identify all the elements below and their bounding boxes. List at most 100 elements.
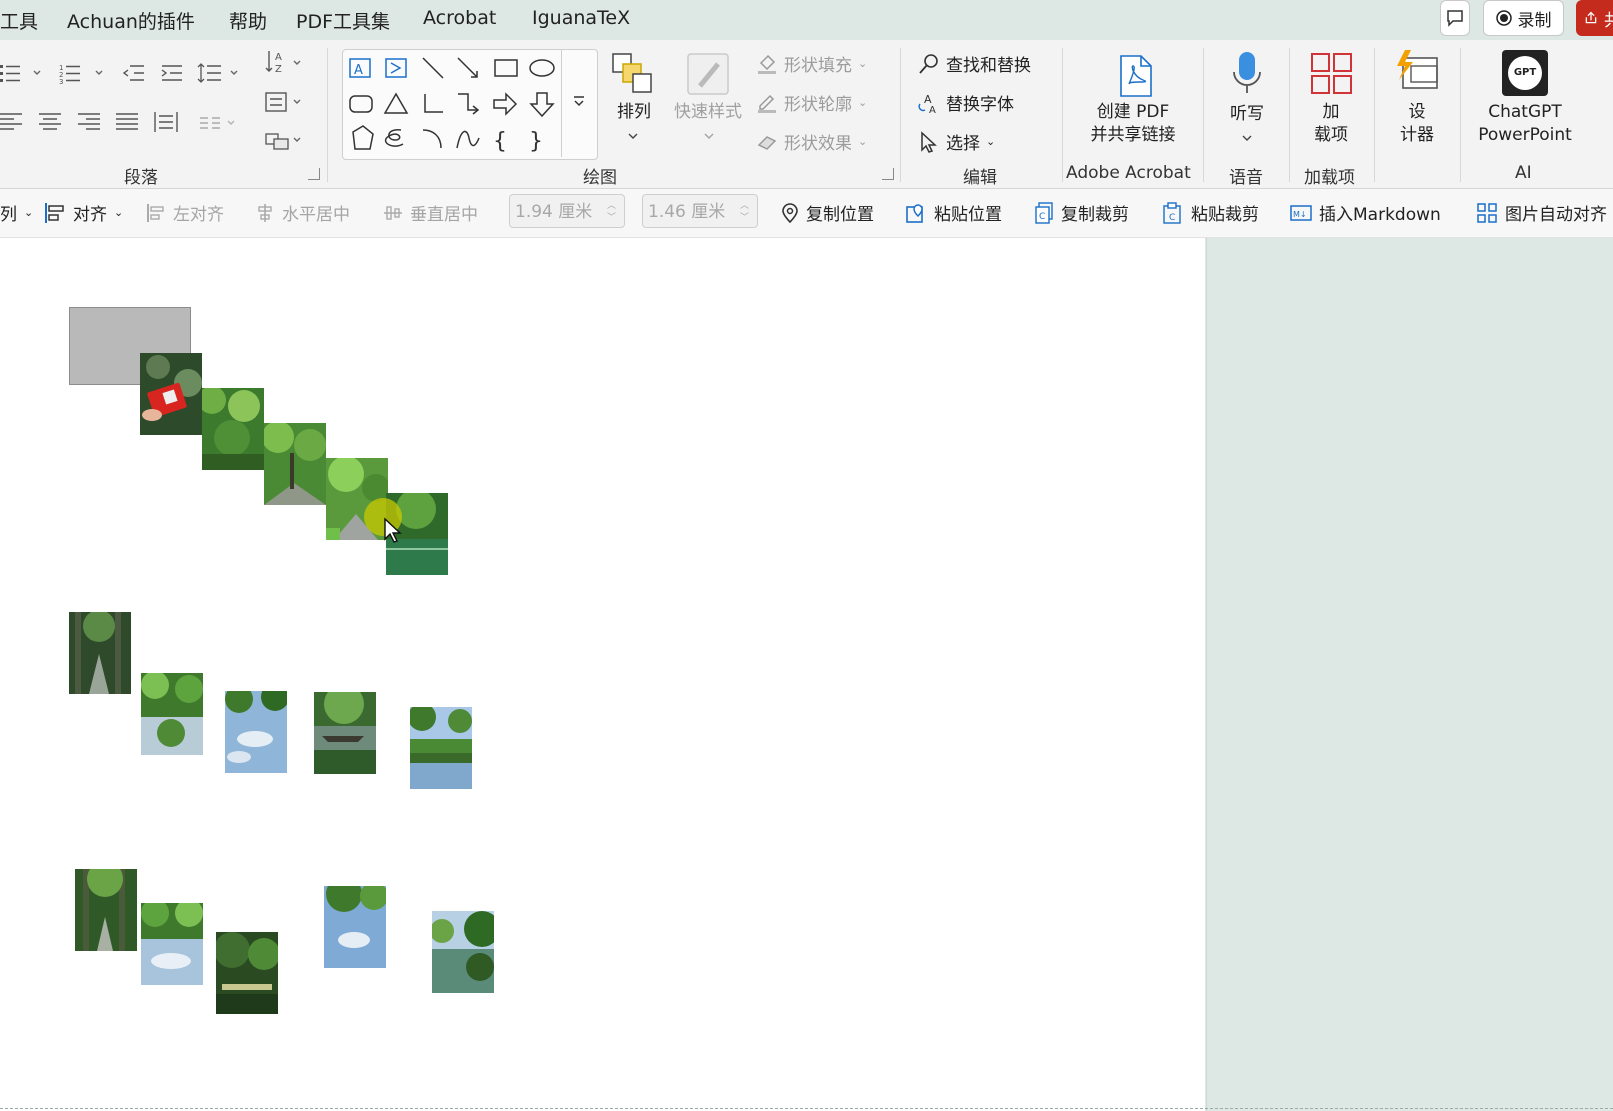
align-dropdown[interactable]: 对齐 ⌄: [44, 200, 123, 225]
designer-label-1[interactable]: 设: [1392, 101, 1442, 124]
v-center-button[interactable]: 垂直居中: [383, 200, 478, 225]
paste-crop-button[interactable]: C 粘贴裁剪: [1162, 200, 1259, 225]
menu-acrobat[interactable]: Acrobat: [423, 7, 496, 29]
grid-align-icon: [1477, 202, 1497, 223]
slide-canvas[interactable]: [0, 238, 1205, 1111]
share-button[interactable]: 共: [1576, 0, 1613, 36]
replace-font-icon: AA: [918, 93, 936, 114]
photo-reflection-2[interactable]: [141, 903, 203, 985]
svg-text:3: 3: [59, 78, 63, 84]
find-replace-button[interactable]: 查找和替换: [918, 51, 1031, 76]
comments-button[interactable]: [1440, 0, 1470, 36]
share-icon: [1585, 11, 1597, 24]
align-center-icon[interactable]: [38, 110, 62, 132]
chatgpt-logo[interactable]: GPT: [1502, 50, 1548, 96]
chatgpt-label-1[interactable]: ChatGPT: [1465, 101, 1585, 124]
height-up-icon[interactable]: ︿: [740, 201, 749, 211]
paragraph-launcher[interactable]: [308, 168, 320, 180]
menu-help[interactable]: 帮助: [229, 7, 267, 34]
photo-tree-tunnel-1[interactable]: [202, 388, 264, 470]
width-value: 1.94 厘米: [515, 202, 593, 222]
menu-achuan-plugin[interactable]: Achuan的插件: [67, 7, 195, 34]
align-right-icon[interactable]: [77, 110, 101, 132]
shape-effects-button[interactable]: 形状效果 ⌄: [756, 129, 867, 154]
text-direction-icon[interactable]: AZ: [264, 48, 306, 76]
chatgpt-label-2[interactable]: PowerPoint: [1465, 124, 1585, 147]
drawing-launcher[interactable]: [882, 168, 894, 180]
down-arrow-shape-icon: [529, 92, 555, 118]
align-text-icon[interactable]: [264, 90, 306, 114]
menu-tools[interactable]: 工具: [0, 7, 38, 34]
mouse-pointer-icon: [384, 517, 402, 543]
copy-crop-button[interactable]: C 复制裁剪: [1034, 200, 1129, 225]
addins-grid-icon[interactable]: [1310, 52, 1354, 96]
side-pane: [1206, 238, 1613, 1111]
menu-pdf-tools[interactable]: PDF工具集: [296, 7, 390, 34]
markdown-icon: M↓: [1290, 204, 1312, 221]
align-left-icon[interactable]: [0, 110, 24, 132]
shapes-grid[interactable]: A { }: [343, 50, 563, 159]
width-spinner[interactable]: 1.94 厘米 ︿ ﹀: [509, 194, 625, 228]
microphone-icon[interactable]: [1229, 50, 1265, 98]
create-pdf-label-2[interactable]: 并共享链接: [1080, 124, 1186, 147]
copy-position-button[interactable]: 复制位置: [781, 200, 874, 225]
smartart-convert-icon[interactable]: [264, 128, 306, 152]
share-label: 共: [1604, 10, 1613, 31]
justify-icon[interactable]: [115, 110, 139, 132]
shape-effects-icon: [757, 135, 777, 150]
bullets-icon[interactable]: [0, 62, 46, 84]
v-center-label: 垂直居中: [410, 205, 478, 225]
align-left-button[interactable]: 左对齐: [146, 200, 224, 225]
photo-river-2[interactable]: [432, 911, 494, 993]
insert-markdown-button[interactable]: M↓ 插入Markdown: [1290, 200, 1441, 225]
arrange-icon[interactable]: [611, 52, 655, 96]
designer-icon[interactable]: [1393, 50, 1441, 96]
quick-styles-label[interactable]: 快速样式: [668, 101, 748, 124]
photo-boat-lake[interactable]: [314, 692, 376, 774]
columns-icon[interactable]: [198, 112, 240, 134]
auto-align-button[interactable]: 图片自动对齐: [1476, 200, 1607, 225]
shapes-more-button[interactable]: [561, 50, 597, 157]
copy-position-label: 复制位置: [806, 205, 874, 225]
designer-label-2[interactable]: 计器: [1392, 124, 1442, 147]
photo-reflection-1[interactable]: [141, 673, 203, 755]
record-button[interactable]: 录制: [1483, 0, 1564, 36]
create-pdf-label-1[interactable]: 创建 PDF: [1080, 101, 1186, 124]
width-down-icon[interactable]: ﹀: [607, 213, 616, 223]
paste-position-button[interactable]: 粘贴位置: [905, 200, 1002, 225]
replace-font-button[interactable]: AA 替换字体: [918, 90, 1014, 115]
width-up-icon[interactable]: ︿: [607, 201, 616, 211]
distributed-icon[interactable]: [153, 110, 179, 134]
plugin-toolbar: 列 ⌄ 对齐 ⌄ 左对齐 水平居中 垂直居中 1.94 厘米 ︿ ﹀ 1.46 厘米…: [0, 189, 1613, 238]
photo-tree-road-1[interactable]: [264, 423, 326, 505]
addins-label-1[interactable]: 加: [1306, 101, 1356, 124]
addins-label-2[interactable]: 载项: [1306, 124, 1356, 147]
dictate-label[interactable]: 听写: [1222, 103, 1272, 126]
arrange-label[interactable]: 排列: [612, 101, 656, 124]
create-pdf-icon[interactable]: [1117, 54, 1153, 98]
scribble-shape-icon: [384, 129, 404, 147]
menu-bar: 工具 Achuan的插件 帮助 PDF工具集 Acrobat IguanaTeX…: [0, 0, 1613, 40]
h-center-button[interactable]: 水平居中: [255, 200, 350, 225]
shape-fill-label: 形状填充: [784, 56, 852, 76]
arrange-dropdown[interactable]: 列 ⌄: [0, 200, 33, 225]
line-spacing-icon[interactable]: [197, 62, 243, 84]
quick-styles-icon[interactable]: [686, 52, 732, 98]
photo-lake-sky[interactable]: [410, 707, 472, 789]
photo-sky-water-2[interactable]: [324, 886, 386, 968]
photo-red-card[interactable]: [140, 353, 202, 435]
photo-forest-path[interactable]: [69, 612, 131, 694]
height-spinner[interactable]: 1.46 厘米 ︿ ﹀: [642, 194, 758, 228]
height-down-icon[interactable]: ﹀: [740, 213, 749, 223]
menu-iguanatex[interactable]: IguanaTeX: [532, 7, 630, 29]
photo-dark-grove[interactable]: [216, 932, 278, 1014]
numbering-icon[interactable]: 123: [58, 62, 106, 84]
shape-fill-button[interactable]: 形状填充 ⌄: [756, 51, 867, 76]
decrease-indent-icon[interactable]: [122, 62, 146, 84]
svg-text:A: A: [929, 105, 936, 114]
increase-indent-icon[interactable]: [160, 62, 184, 84]
photo-sky-water-1[interactable]: [225, 691, 287, 773]
photo-forest-path-2[interactable]: [75, 869, 137, 951]
shape-outline-button[interactable]: 形状轮廓 ⌄: [756, 90, 867, 115]
select-button[interactable]: 选择 ⌄: [918, 129, 995, 154]
